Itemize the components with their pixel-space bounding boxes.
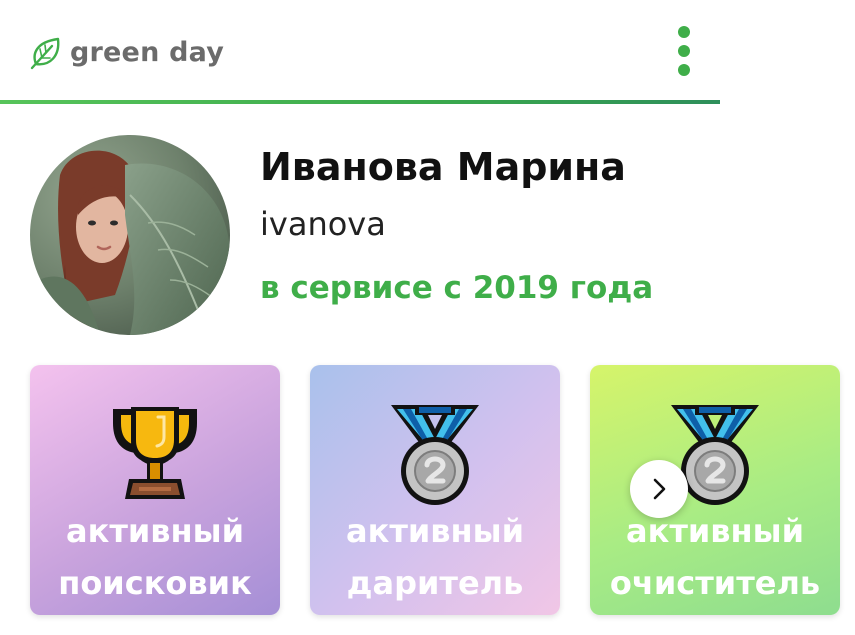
trophy-icon [113, 407, 197, 499]
leaf-icon [30, 37, 60, 70]
profile-photo [30, 135, 230, 335]
achievement-card-giver[interactable]: активный даритель [310, 365, 560, 615]
profile-name: Иванова Марина [260, 145, 626, 189]
brand-name: green day [70, 36, 225, 68]
achievement-label: активный очиститель [590, 505, 840, 609]
silver-medal-icon [391, 405, 479, 505]
achievement-label: активный даритель [310, 505, 560, 609]
kebab-menu-icon[interactable] [670, 26, 698, 76]
kebab-dot [678, 45, 690, 57]
achievement-label-line2: даритель [346, 564, 524, 602]
profile-login: ivanova [260, 205, 386, 243]
achievement-label: активный поисковик [30, 505, 280, 609]
brand-logo[interactable]: green day [28, 34, 224, 70]
achievement-label-line1: активный [346, 512, 524, 550]
kebab-dot [678, 26, 690, 38]
avatar[interactable] [30, 135, 230, 335]
achievement-label-line1: активный [66, 512, 244, 550]
kebab-dot [678, 64, 690, 76]
achievement-label-line2: поисковик [58, 564, 252, 602]
achievement-label-line2: очиститель [609, 564, 821, 602]
achievement-card-searcher[interactable]: активный поисковик [30, 365, 280, 615]
app-header: green day [0, 0, 720, 104]
carousel-next-button[interactable] [630, 460, 688, 518]
member-since: в сервисе с 2019 года [260, 270, 654, 306]
achievement-label-line1: активный [626, 512, 804, 550]
header-divider [0, 100, 720, 104]
achievement-card-cleaner[interactable]: активный очиститель [590, 365, 840, 615]
chevron-right-icon [653, 478, 666, 500]
